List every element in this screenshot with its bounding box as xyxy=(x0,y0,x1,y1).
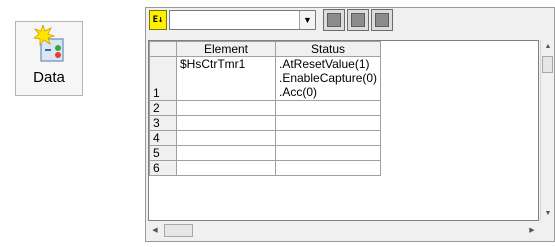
horizontal-scroll-thumb[interactable] xyxy=(164,224,193,237)
data-button-label: Data xyxy=(33,69,65,86)
scroll-left-icon[interactable]: ◀ xyxy=(148,222,162,239)
empty-area xyxy=(381,161,488,176)
element-cell[interactable] xyxy=(176,130,276,146)
empty-area xyxy=(381,116,488,131)
table-row[interactable]: 6 xyxy=(149,160,488,176)
empty-area xyxy=(381,101,488,116)
status-cell[interactable] xyxy=(274,145,382,161)
corner-cell xyxy=(149,41,177,57)
scroll-down-icon[interactable]: ▼ xyxy=(541,207,555,221)
element-cell[interactable] xyxy=(176,115,276,131)
row-number[interactable]: 4 xyxy=(149,130,177,146)
sort-button[interactable]: E↓ xyxy=(149,10,167,30)
row-number[interactable]: 6 xyxy=(149,160,177,176)
scroll-right-icon[interactable]: ▶ xyxy=(525,222,539,239)
element-cell[interactable] xyxy=(176,100,276,116)
empty-area xyxy=(381,42,488,57)
row-number[interactable]: 2 xyxy=(149,100,177,116)
element-cell[interactable] xyxy=(176,145,276,161)
data-button[interactable]: Data xyxy=(15,21,83,96)
table-row[interactable]: 4 xyxy=(149,130,488,146)
header-row: Element Status xyxy=(149,41,488,57)
table-row[interactable]: 2 xyxy=(149,100,488,116)
vertical-scrollbar[interactable]: ▲ ▼ xyxy=(540,40,554,221)
empty-area xyxy=(381,131,488,146)
row-number[interactable]: 3 xyxy=(149,115,177,131)
status-line: .Acc(0) xyxy=(279,85,318,99)
data-burst-icon xyxy=(33,25,64,62)
empty-area xyxy=(381,57,488,101)
element-cell[interactable]: $HsCtrTmr1 xyxy=(176,56,276,101)
horizontal-scrollbar[interactable]: ◀ ▶ xyxy=(148,222,539,239)
table-row[interactable]: 1 $HsCtrTmr1 .AtResetValue(1) .EnableCap… xyxy=(149,56,488,101)
empty-area xyxy=(381,146,488,161)
element-cell[interactable] xyxy=(176,160,276,176)
row-number[interactable]: 1 xyxy=(149,56,177,101)
watch-window: E↓ ▼ Element Status 1 $HsCtrTmr1 .AtRese… xyxy=(145,7,555,242)
scroll-up-icon[interactable]: ▲ xyxy=(541,40,555,54)
column-header-status[interactable]: Status xyxy=(274,41,382,57)
table-row[interactable]: 5 xyxy=(149,145,488,161)
chevron-down-icon[interactable]: ▼ xyxy=(299,11,315,29)
status-line: .AtResetValue(1) xyxy=(279,57,370,71)
status-cell[interactable] xyxy=(274,100,382,116)
status-cell[interactable] xyxy=(274,160,382,176)
grid-button-1[interactable] xyxy=(323,9,345,31)
grid-button-3[interactable] xyxy=(371,9,393,31)
status-line: .EnableCapture(0) xyxy=(279,71,378,85)
table-row[interactable]: 3 xyxy=(149,115,488,131)
status-cell[interactable]: .AtResetValue(1) .EnableCapture(0) .Acc(… xyxy=(274,56,382,101)
status-grid: Element Status 1 $HsCtrTmr1 .AtResetValu… xyxy=(148,40,539,221)
status-cell[interactable] xyxy=(274,115,382,131)
column-header-element[interactable]: Element xyxy=(176,41,276,57)
grid-button-2[interactable] xyxy=(347,9,369,31)
status-cell[interactable] xyxy=(274,130,382,146)
row-number[interactable]: 5 xyxy=(149,145,177,161)
toolbar: E↓ ▼ xyxy=(148,9,554,40)
element-combo[interactable]: ▼ xyxy=(169,10,316,30)
vertical-scroll-thumb[interactable] xyxy=(542,56,553,73)
